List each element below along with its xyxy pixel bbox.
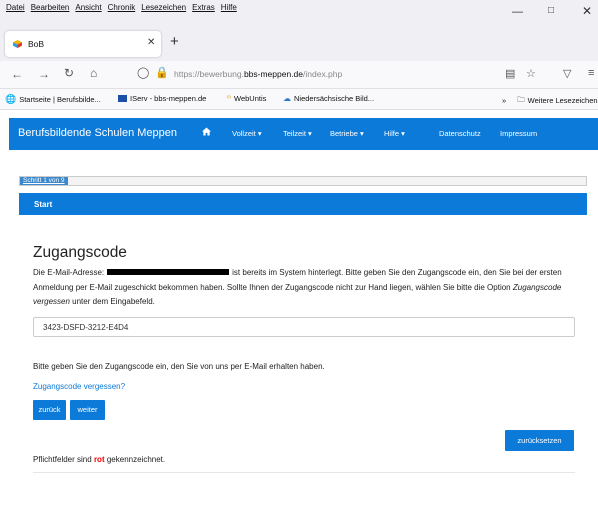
back-button[interactable]: zurück <box>33 400 66 420</box>
reader-view-icon[interactable]: ▤ <box>505 67 515 80</box>
cube-icon <box>13 40 22 48</box>
menu-chronik[interactable]: Chronik <box>108 3 136 12</box>
bookmarks-overflow[interactable]: » 🗀 Weitere Lesezeichen <box>502 94 598 107</box>
bookmark-webuntis[interactable]: ᵐ WebUntis <box>227 94 266 103</box>
tab-title: BoB <box>28 39 45 49</box>
url-path: /index.php <box>303 69 343 79</box>
url-prefix: https://bewerbung. <box>174 69 244 79</box>
required-text-red: rot <box>93 455 105 464</box>
bookmark-label: Startseite | Berufsbilde... <box>19 95 101 104</box>
section-header: Start <box>19 193 587 215</box>
menu-extras[interactable]: Extras <box>192 3 215 12</box>
menu-lesezeichen[interactable]: Lesezeichen <box>141 3 186 12</box>
url-bar[interactable]: https://bewerbung.bbs-meppen.de/index.ph… <box>174 69 342 79</box>
lock-icon[interactable]: 🔒 <box>155 66 169 79</box>
shield-icon[interactable]: ◯ <box>137 66 149 79</box>
site-navbar: Berufsbildende Schulen Meppen Vollzeit ▾… <box>9 118 598 150</box>
para-text-c: unter dem Eingabefeld. <box>72 297 155 306</box>
bookmark-label: Weitere Lesezeichen <box>527 96 598 105</box>
nav-hilfe[interactable]: Hilfe ▾ <box>384 129 405 138</box>
menu-bearbeiten[interactable]: Bearbeiten <box>31 3 70 12</box>
access-code-input[interactable] <box>33 317 575 337</box>
intro-paragraph: Die E-Mail-Adresse: ist bereits im System… <box>33 266 583 310</box>
bookmark-star-icon[interactable]: ☆ <box>526 67 536 80</box>
site-brand[interactable]: Berufsbildende Schulen Meppen <box>18 127 177 139</box>
globe-icon: 🌐 <box>5 94 17 104</box>
home-icon[interactable]: ⌂ <box>90 66 97 80</box>
bookmark-label: WebUntis <box>234 94 267 103</box>
tab-bob[interactable]: BoB ✕ <box>5 31 161 57</box>
iserv-icon <box>118 95 127 102</box>
menu-datei[interactable]: Datei <box>6 3 25 12</box>
chevron-double-right-icon: » <box>502 96 507 105</box>
minimize-icon[interactable]: — <box>512 6 523 18</box>
nav-vollzeit[interactable]: Vollzeit ▾ <box>232 129 262 138</box>
bookmark-label: IServ - bbs-meppen.de <box>130 94 207 103</box>
url-domain: bbs-meppen.de <box>243 69 304 79</box>
nav-teilzeit[interactable]: Teilzeit ▾ <box>283 129 312 138</box>
new-tab-icon[interactable]: + <box>170 33 179 50</box>
required-text-post: gekennzeichnet. <box>106 455 166 464</box>
required-note: Pflichtfelder sind rot gekennzeichnet. <box>33 455 165 464</box>
bookmark-iserv[interactable]: IServ - bbs-meppen.de <box>118 94 206 103</box>
menu-ansicht[interactable]: Ansicht <box>75 3 101 12</box>
menu-list: Datei Bearbeiten Ansicht Chronik Lesezei… <box>6 3 237 12</box>
bookmark-niedersachsen[interactable]: ☁ Niedersächsische Bild... <box>283 94 374 103</box>
webuntis-icon: ᵐ <box>227 95 232 102</box>
close-window-icon[interactable]: ✕ <box>582 4 592 18</box>
page-title: Zugangscode <box>33 244 127 261</box>
home-icon[interactable] <box>202 127 211 136</box>
required-text-pre: Pflichtfelder sind <box>33 455 92 464</box>
nav-betriebe[interactable]: Betriebe ▾ <box>330 129 364 138</box>
bookmarks-toolbar: 🌐 Startseite | Berufsbilde... IServ - bb… <box>0 89 598 110</box>
divider <box>33 472 575 473</box>
bookmark-label: Niedersächsische Bild... <box>294 94 375 103</box>
redacted-email <box>107 269 230 276</box>
input-hint: Bitte geben Sie den Zugangscode ein, den… <box>33 362 325 371</box>
nav-datenschutz[interactable]: Datenschutz <box>439 129 481 138</box>
reload-icon[interactable]: ↻ <box>64 66 74 80</box>
folder-icon: 🗀 <box>517 95 525 104</box>
app-menu-icon[interactable]: ≡ <box>588 67 594 79</box>
pocket-icon[interactable]: ▽ <box>563 67 571 80</box>
reset-button[interactable]: zurücksetzen <box>505 430 574 451</box>
browser-menubar: Datei Bearbeiten Ansicht Chronik Lesezei… <box>0 0 598 27</box>
cloud-icon: ☁ <box>283 94 291 103</box>
step-progress: Schritt 1 von 9 <box>19 176 587 186</box>
tab-bar: BoB ✕ + <box>0 27 598 61</box>
para-text-a: Die E-Mail-Adresse: <box>33 268 105 277</box>
navigation-bar: ← → ↻ ⌂ ◯ 🔒 https://bewerbung.bbs-meppen… <box>0 61 598 89</box>
forward-arrow-icon[interactable]: → <box>38 67 50 81</box>
step-badge: Schritt 1 von 9 <box>20 177 68 185</box>
menu-hilfe[interactable]: Hilfe <box>221 3 237 12</box>
bookmark-startseite[interactable]: 🌐 Startseite | Berufsbilde... <box>5 94 101 105</box>
section-title: Start <box>34 200 53 209</box>
close-tab-icon[interactable]: ✕ <box>147 37 155 48</box>
nav-impressum[interactable]: Impressum <box>500 129 537 138</box>
maximize-icon[interactable]: □ <box>548 5 554 16</box>
forgot-code-link[interactable]: Zugangscode vergessen? <box>33 382 125 391</box>
next-button[interactable]: weiter <box>70 400 105 420</box>
back-arrow-icon[interactable]: ← <box>11 67 23 81</box>
